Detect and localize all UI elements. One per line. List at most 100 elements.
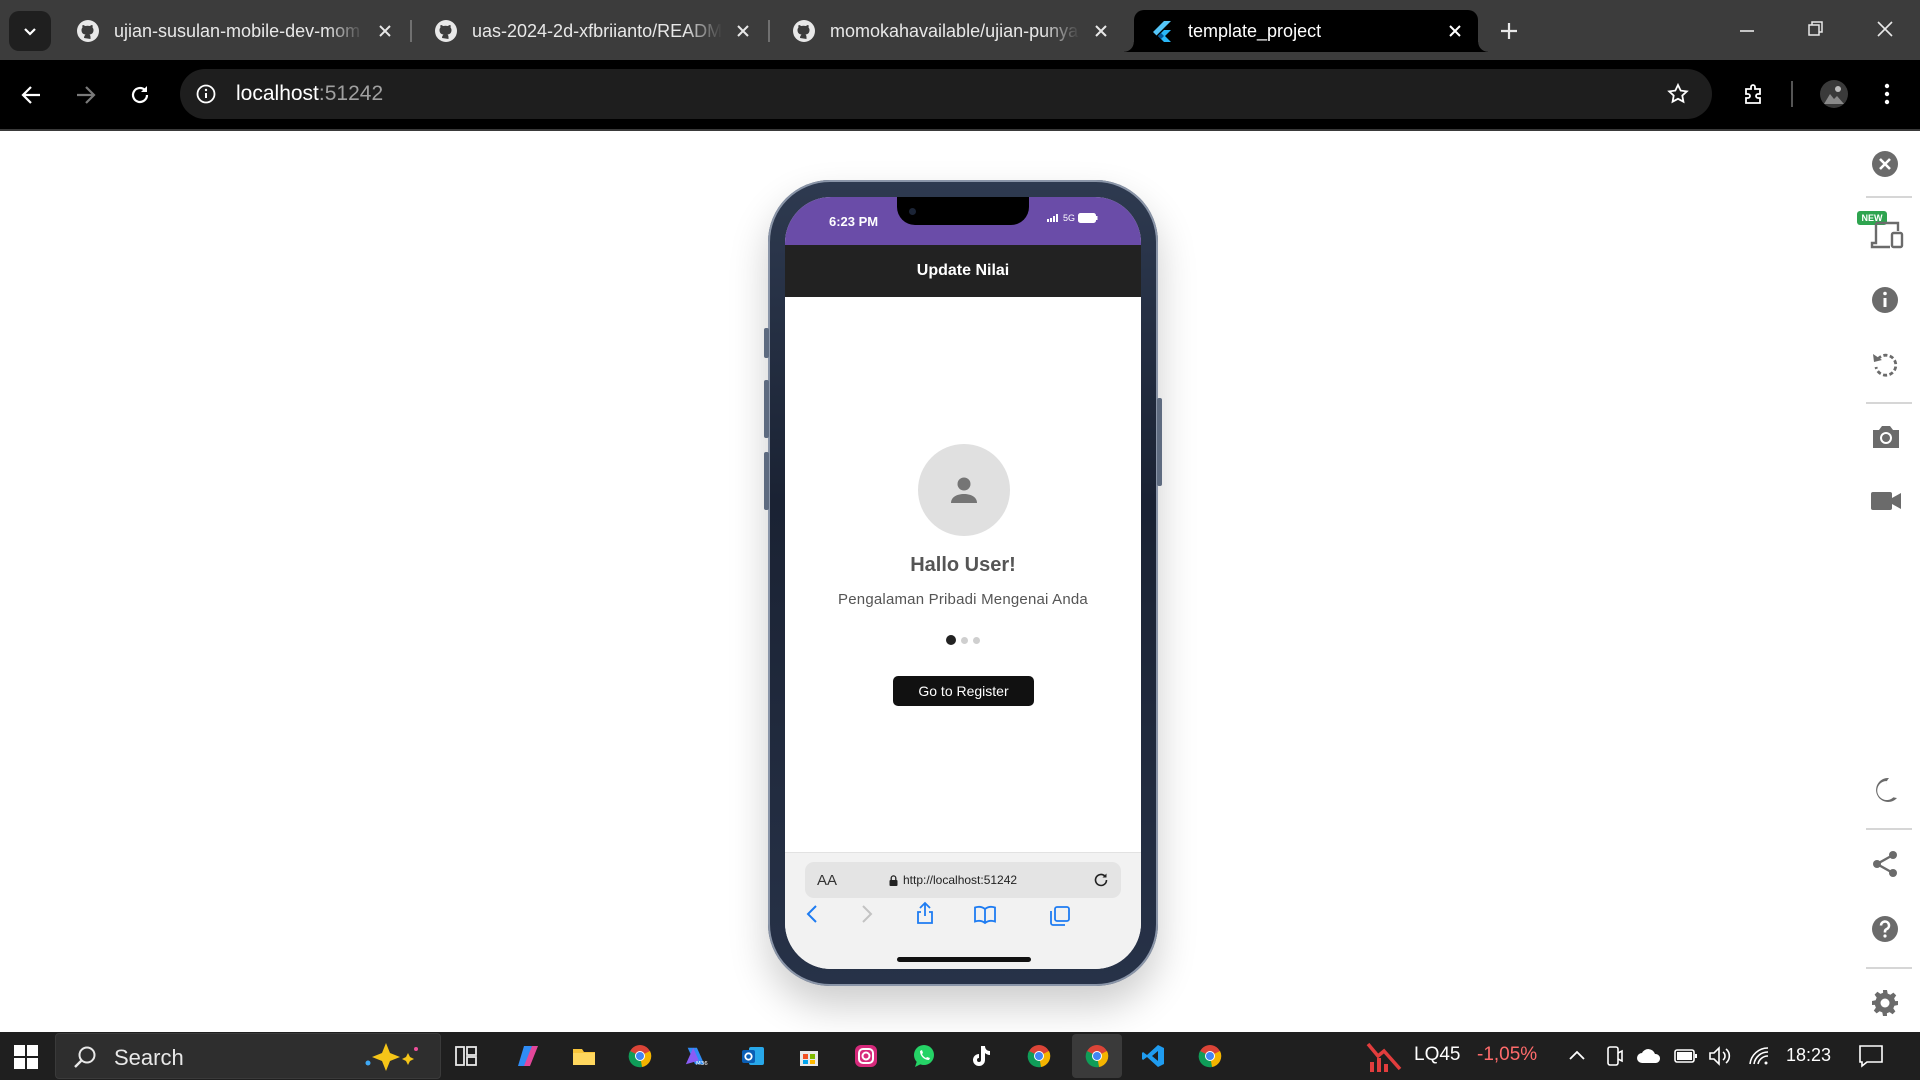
avatar bbox=[918, 444, 1010, 536]
safari-address-bar[interactable]: AA http://localhost:51242 bbox=[805, 862, 1121, 898]
back-arrow-icon[interactable] bbox=[20, 84, 42, 106]
stock-change[interactable]: -1,05% bbox=[1477, 1044, 1537, 1066]
github-icon bbox=[77, 20, 99, 42]
taskbar-clock[interactable]: 18:23 bbox=[1786, 1045, 1831, 1066]
share-icon[interactable] bbox=[915, 901, 935, 925]
rotate-icon[interactable] bbox=[1870, 350, 1900, 380]
close-icon[interactable] bbox=[734, 22, 752, 40]
site-info-icon[interactable] bbox=[196, 84, 216, 104]
stock-name[interactable]: LQ45 bbox=[1414, 1044, 1460, 1066]
device-frame: 6:23 PM 5G Update Nilai Hallo User! Peng… bbox=[764, 180, 1162, 986]
chrome-icon[interactable] bbox=[628, 1044, 652, 1068]
chevron-down-icon bbox=[24, 28, 36, 36]
settings-icon[interactable] bbox=[1870, 988, 1900, 1018]
battery-icon[interactable] bbox=[1674, 1048, 1698, 1064]
address-port: :51242 bbox=[318, 82, 384, 105]
stock-chart-icon[interactable] bbox=[1366, 1040, 1402, 1074]
profile-picture-icon bbox=[1824, 86, 1844, 104]
greeting-subtitle: Pengalaman Pribadi Mengenai Anda bbox=[838, 591, 1088, 608]
phone-screen: 6:23 PM 5G Update Nilai Hallo User! Peng… bbox=[785, 197, 1141, 969]
page-dot-active[interactable] bbox=[946, 635, 956, 645]
signal-icon bbox=[1047, 214, 1058, 222]
sidebar-divider bbox=[1866, 402, 1912, 404]
power-button bbox=[1157, 398, 1162, 486]
app-bar-title: Update Nilai bbox=[916, 262, 1010, 279]
bookmark-star-icon[interactable] bbox=[1666, 82, 1690, 106]
chrome-icon[interactable] bbox=[1198, 1044, 1222, 1068]
notifications-icon[interactable] bbox=[1858, 1044, 1884, 1068]
menu-kebab-icon[interactable] bbox=[1876, 82, 1898, 106]
window-close-icon[interactable] bbox=[1876, 20, 1894, 38]
microsoft-store-icon[interactable] bbox=[797, 1044, 821, 1068]
address-bar[interactable]: localhost:51242 bbox=[180, 69, 1712, 119]
microsoft365-icon[interactable]: M365 bbox=[684, 1044, 708, 1068]
help-icon[interactable] bbox=[1870, 914, 1900, 944]
home-indicator bbox=[897, 957, 1031, 962]
tab-2[interactable]: uas-2024-2d-xfbriianto/READM bbox=[418, 10, 766, 52]
wifi-icon[interactable] bbox=[1748, 1046, 1770, 1066]
windows-taskbar: Search M365 LQ45 -1,05% 18:23 bbox=[0, 1032, 1920, 1080]
safari-toolbar: AA http://localhost:51242 bbox=[785, 852, 1141, 969]
go-to-register-button[interactable]: Go to Register bbox=[893, 676, 1034, 706]
new-tab-icon[interactable] bbox=[1498, 20, 1520, 42]
volume-icon[interactable] bbox=[1708, 1046, 1732, 1066]
close-icon[interactable] bbox=[1446, 22, 1464, 40]
windows-start-icon[interactable] bbox=[14, 1045, 38, 1069]
app-bar: Update Nilai bbox=[785, 245, 1141, 297]
close-icon[interactable] bbox=[1870, 149, 1900, 179]
minimize-icon[interactable] bbox=[1738, 22, 1756, 40]
taskbar-search-box[interactable]: Search bbox=[55, 1033, 441, 1079]
safari-back-icon[interactable] bbox=[805, 904, 819, 924]
copilot-sparkle-icon bbox=[365, 1043, 418, 1071]
file-explorer-icon[interactable] bbox=[572, 1044, 596, 1068]
moon-icon[interactable] bbox=[1870, 775, 1900, 805]
close-icon[interactable] bbox=[376, 22, 394, 40]
bookmarks-icon[interactable] bbox=[973, 905, 997, 925]
onedrive-icon[interactable] bbox=[1636, 1047, 1662, 1065]
safari-reload-icon[interactable] bbox=[1092, 871, 1110, 889]
tab-title: momokahavailable/ujian-punya bbox=[830, 20, 1079, 41]
chrome-icon[interactable] bbox=[1027, 1044, 1051, 1068]
tab-1[interactable]: ujian-susulan-mobile-dev-mom bbox=[60, 10, 408, 52]
text-size-button[interactable]: AA bbox=[817, 872, 837, 889]
status-time: 6:23 PM bbox=[829, 214, 879, 229]
search-placeholder: Search bbox=[114, 1045, 184, 1070]
instagram-icon[interactable] bbox=[854, 1044, 878, 1068]
info-icon[interactable] bbox=[1870, 285, 1900, 315]
outlook-icon[interactable] bbox=[741, 1044, 765, 1068]
share-icon[interactable] bbox=[1870, 849, 1900, 879]
safari-forward-icon[interactable] bbox=[860, 904, 874, 924]
chevron-up-icon[interactable] bbox=[1568, 1048, 1586, 1062]
camera-icon[interactable] bbox=[1870, 422, 1902, 452]
address-url[interactable]: localhost:51242 bbox=[236, 82, 383, 106]
video-icon[interactable] bbox=[1870, 489, 1902, 513]
person-icon bbox=[951, 477, 977, 503]
copilot-icon[interactable] bbox=[516, 1044, 540, 1068]
extensions-icon[interactable] bbox=[1742, 82, 1766, 106]
device-icon[interactable] bbox=[1870, 219, 1906, 251]
safari-url[interactable]: http://localhost:51242 bbox=[889, 873, 1017, 887]
tab-search-button[interactable] bbox=[9, 11, 51, 51]
tab-strip: ujian-susulan-mobile-dev-mom uas-2024-2d… bbox=[0, 0, 1920, 60]
profile-avatar[interactable] bbox=[1820, 80, 1848, 108]
tiktok-icon[interactable] bbox=[968, 1044, 992, 1068]
forward-arrow-icon[interactable] bbox=[75, 84, 97, 106]
vscode-icon[interactable] bbox=[1141, 1044, 1165, 1068]
meet-now-icon[interactable] bbox=[1604, 1045, 1624, 1067]
page-dot[interactable] bbox=[961, 636, 968, 644]
page-dot[interactable] bbox=[973, 636, 980, 644]
taskbar-active-app[interactable] bbox=[1072, 1034, 1122, 1078]
task-view-icon[interactable] bbox=[454, 1044, 478, 1068]
github-icon bbox=[435, 20, 457, 42]
mute-switch bbox=[764, 328, 769, 358]
tab-divider bbox=[768, 20, 770, 42]
tab-4-active[interactable]: template_project bbox=[1124, 10, 1488, 52]
close-icon[interactable] bbox=[1092, 22, 1110, 40]
whatsapp-icon[interactable] bbox=[912, 1044, 936, 1068]
tab-divider bbox=[410, 20, 412, 42]
tabs-icon[interactable] bbox=[1049, 905, 1071, 927]
tab-3[interactable]: momokahavailable/ujian-punya bbox=[776, 10, 1124, 52]
reload-icon[interactable] bbox=[129, 84, 151, 106]
page-divider bbox=[0, 129, 1920, 131]
restore-icon[interactable] bbox=[1807, 20, 1825, 38]
